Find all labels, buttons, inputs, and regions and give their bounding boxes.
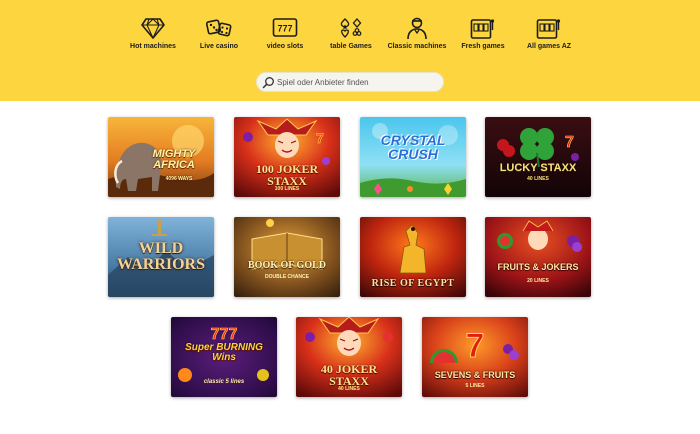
- game-tile-wild-warriors[interactable]: WILD WARRIORS: [108, 217, 214, 297]
- slot-777-icon: 777: [272, 18, 298, 37]
- game-artwork: 7: [485, 117, 591, 197]
- game-artwork: [485, 217, 591, 297]
- nav-item-label: All games AZ: [526, 43, 572, 50]
- nav-item-video-slots[interactable]: 777 video slots: [252, 16, 318, 64]
- card-suits-icon: [340, 18, 362, 38]
- game-title: FRUITS & JOKERS: [497, 262, 579, 272]
- svg-text:7: 7: [565, 134, 574, 151]
- game-tile-40-joker-staxx[interactable]: 40 JOKER STAXX 40 LINES: [296, 317, 402, 397]
- nav-item-live-casino[interactable]: Live casino: [186, 16, 252, 64]
- game-subtitle: 5 LINES: [465, 383, 485, 389]
- dice-icon: [206, 19, 232, 37]
- nav-item-fresh-games[interactable]: Fresh games: [450, 16, 516, 64]
- game-tile-crystal-crush[interactable]: CRYSTAL CRUSH: [360, 117, 466, 197]
- search-bar[interactable]: [256, 72, 444, 92]
- game-title: SEVENS & FRUITS: [434, 370, 516, 380]
- game-tile-fruits-and-jokers[interactable]: FRUITS & JOKERS 20 LINES: [485, 217, 591, 297]
- nav-item-label: Classic machines: [387, 43, 447, 50]
- game-title: Super BURNING Wins: [185, 342, 263, 363]
- game-title: CRYSTAL CRUSH: [380, 132, 446, 162]
- search-input[interactable]: [277, 75, 437, 90]
- nav-item-all-games-az[interactable]: All games AZ: [516, 16, 582, 64]
- slot-machine-icon: [470, 19, 495, 39]
- nav-item-label: Hot machines: [130, 43, 176, 50]
- top-header: Hot machines Live casino 777 video slots: [0, 0, 700, 101]
- nav-item-label: table Games: [330, 43, 372, 50]
- game-tile-rise-of-egypt[interactable]: RISE OF EGYPT: [360, 217, 466, 297]
- game-subtitle: 40 LINES: [338, 386, 360, 392]
- game-artwork: [234, 217, 340, 297]
- game-subtitle: classic 5 lines: [203, 379, 245, 385]
- search-icon: [262, 77, 274, 89]
- nav-item-hot-machines[interactable]: Hot machines: [120, 16, 186, 64]
- slot-machine-icon: [536, 19, 561, 39]
- svg-text:7: 7: [316, 130, 324, 146]
- game-title: BOOK OF GOLD: [248, 260, 326, 271]
- nav-item-label: Live casino: [199, 43, 239, 50]
- game-title: MIGHTY AFRICA: [152, 148, 196, 171]
- game-tile-super-burning-wins[interactable]: 777 Super BURNING Wins classic 5 lines: [171, 317, 277, 397]
- nav-item-label: video slots: [266, 43, 304, 50]
- game-tile-mighty-africa[interactable]: MIGHTY AFRICA 4096 WAYS: [108, 117, 214, 197]
- game-tile-book-of-gold[interactable]: BOOK OF GOLD DOUBLE CHANCE: [234, 217, 340, 297]
- svg-text:7: 7: [466, 327, 485, 365]
- nav-item-label: Fresh games: [461, 43, 505, 50]
- game-tile-100-joker-staxx[interactable]: 7 100 JOKER STAXX 100 LINES: [234, 117, 340, 197]
- game-subtitle: 4096 WAYS: [165, 176, 193, 182]
- game-tile-lucky-staxx[interactable]: 7 LUCKY STAXX 40 LINES: [485, 117, 591, 197]
- dealer-icon: [407, 17, 427, 40]
- game-title: RISE OF EGYPT: [371, 278, 455, 289]
- game-subtitle: 40 LINES: [527, 176, 549, 182]
- game-title: 40 JOKER STAXX: [320, 362, 378, 388]
- game-title: WILD WARRIORS: [116, 240, 205, 273]
- game-subtitle: 100 LINES: [274, 186, 300, 192]
- nav-item-classic-machines[interactable]: Classic machines: [384, 16, 450, 64]
- nav-item-table-games[interactable]: table Games: [318, 16, 384, 64]
- game-title: 100 JOKER STAXX: [255, 162, 319, 188]
- diamond-icon: [141, 18, 165, 40]
- game-title: LUCKY STAXX: [499, 162, 577, 174]
- game-subtitle: 20 LINES: [527, 278, 549, 284]
- svg-text:777: 777: [277, 24, 292, 34]
- svg-text:777: 777: [211, 326, 238, 343]
- game-category-nav: Hot machines Live casino 777 video slots: [120, 16, 590, 64]
- game-tile-sevens-and-fruits[interactable]: 7 SEVENS & FRUITS 5 LINES: [422, 317, 528, 397]
- game-subtitle: DOUBLE CHANCE: [265, 274, 309, 280]
